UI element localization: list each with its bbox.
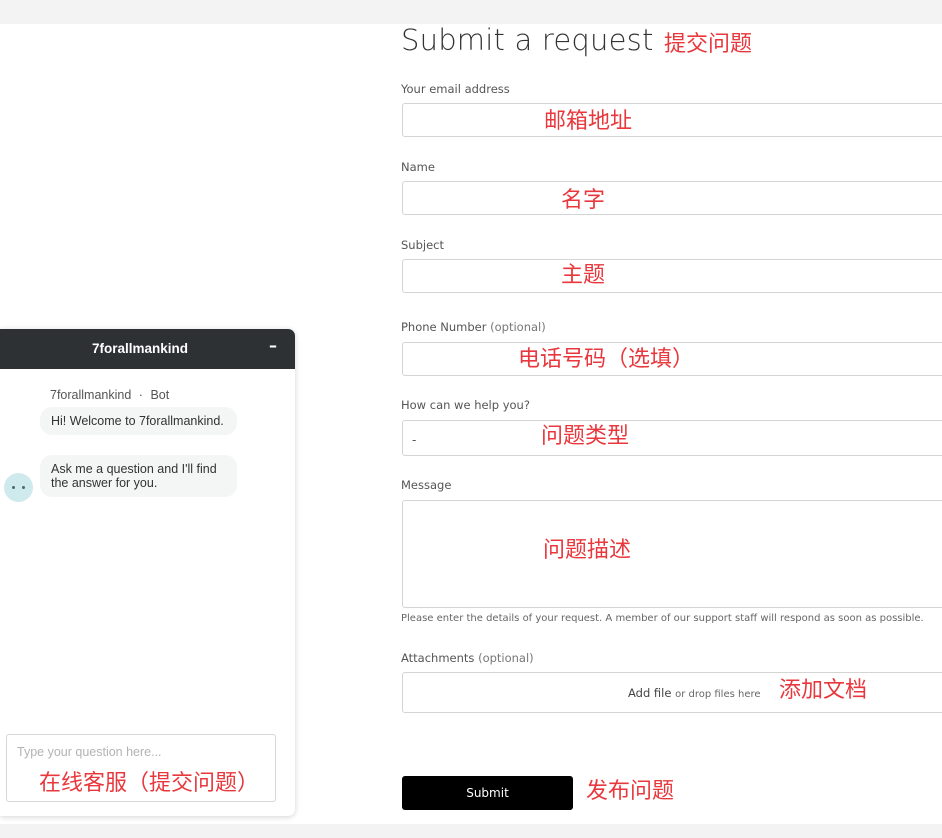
chat-message: Ask me a question and I'll find the answ… xyxy=(40,455,237,497)
minimize-icon[interactable]: – xyxy=(269,338,277,354)
phone-label: Phone Number (optional) xyxy=(401,320,546,334)
name-field[interactable] xyxy=(402,181,942,215)
annotation-subject: 主题 xyxy=(561,263,606,288)
annotation-email: 邮箱地址 xyxy=(544,109,633,134)
bot-eye-icon xyxy=(22,486,25,489)
bot-name: 7forallmankind xyxy=(50,388,132,402)
dropzone-text: Add file or drop files here xyxy=(628,686,761,700)
submit-button[interactable]: Submit xyxy=(402,776,573,810)
annotation-submit: 发布问题 xyxy=(586,779,675,804)
page-title: Submit a request xyxy=(401,23,654,57)
help-label: How can we help you? xyxy=(401,398,530,412)
subject-label: Subject xyxy=(401,238,444,252)
bot-meta: 7forallmankind · Bot xyxy=(50,388,169,402)
chat-title: 7forallmankind xyxy=(91,341,189,356)
message-textarea[interactable] xyxy=(402,500,942,608)
bot-meta-separator: · xyxy=(138,388,143,402)
annotation-title: 提交问题 xyxy=(664,32,753,57)
help-type-select[interactable]: - xyxy=(402,420,942,456)
bot-avatar-icon xyxy=(4,473,33,502)
phone-label-text: Phone Number xyxy=(401,320,487,334)
annotation-attachment: 添加文档 xyxy=(779,678,868,703)
annotation-name: 名字 xyxy=(561,188,606,213)
help-type-selected: - xyxy=(412,433,417,447)
add-file-link[interactable]: Add file xyxy=(628,686,671,700)
drop-files-text: or drop files here xyxy=(675,689,761,700)
annotation-phone: 电话号码（选填） xyxy=(518,347,695,372)
attachments-label: Attachments (optional) xyxy=(401,651,534,665)
annotation-chat: 在线客服（提交问题） xyxy=(39,771,260,796)
subject-field[interactable] xyxy=(402,259,942,293)
bot-role: Bot xyxy=(150,388,170,402)
annotation-message: 问题描述 xyxy=(543,538,632,563)
name-label: Name xyxy=(401,160,435,174)
bot-eye-icon xyxy=(12,486,15,489)
attachments-optional: (optional) xyxy=(478,651,534,665)
message-label: Message xyxy=(401,478,452,492)
message-hint: Please enter the details of your request… xyxy=(401,613,924,624)
attachments-label-text: Attachments xyxy=(401,651,475,665)
annotation-help-type: 问题类型 xyxy=(541,424,630,449)
chat-header: 7forallmankind – xyxy=(0,329,295,369)
chat-widget: 7forallmankind – 7forallmankind · Bot Hi… xyxy=(0,329,295,816)
email-label: Your email address xyxy=(401,82,510,96)
chat-message: Hi! Welcome to 7forallmankind. xyxy=(40,407,237,435)
phone-optional: (optional) xyxy=(490,320,546,334)
email-field[interactable] xyxy=(402,103,942,137)
